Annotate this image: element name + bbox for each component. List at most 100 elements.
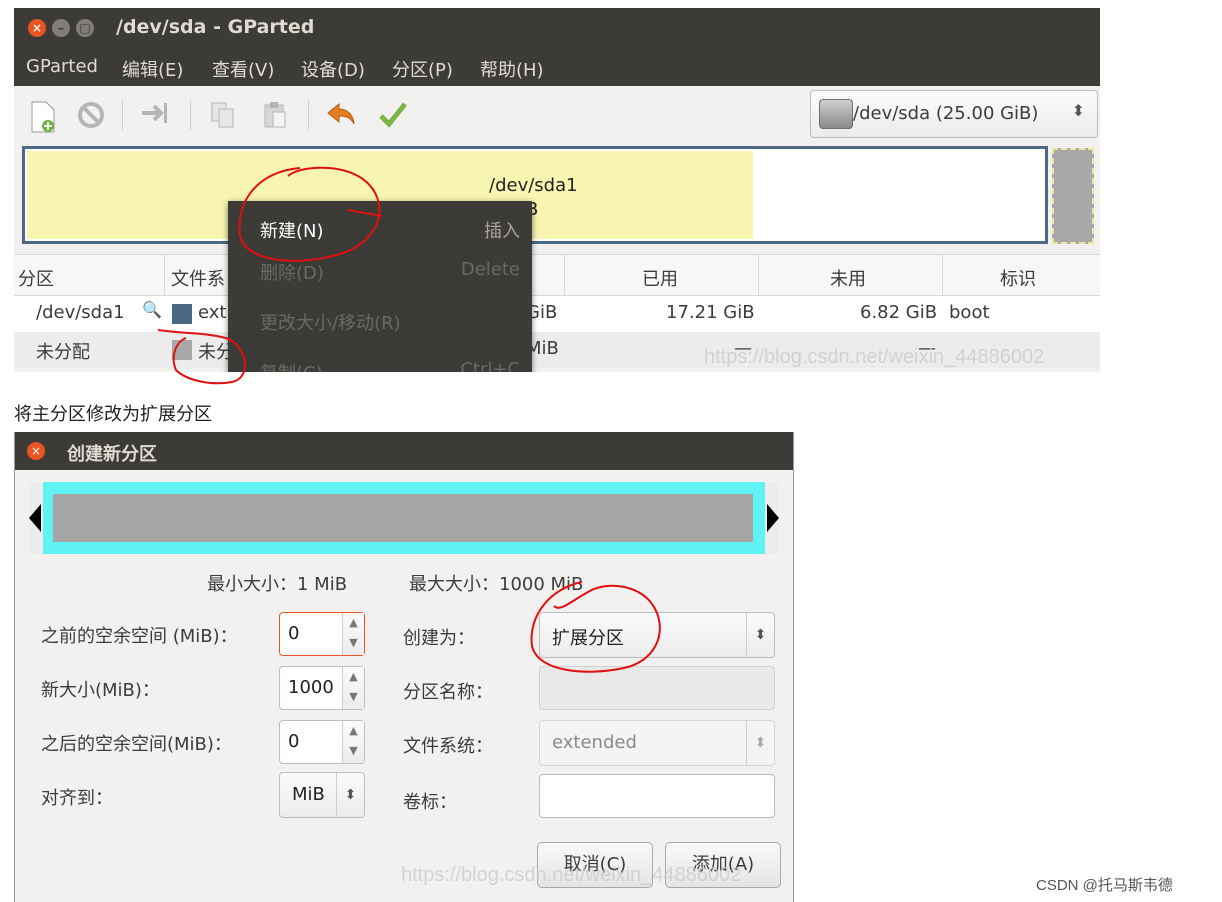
resize-right-handle-icon[interactable]: [767, 504, 779, 532]
space-before-spinner[interactable]: 0 ▲ ▼: [279, 612, 365, 656]
watermark: https://blog.csdn.net/weixin_44886002: [401, 864, 742, 886]
close-icon[interactable]: ×: [28, 19, 46, 37]
menu-item-accelerator: 插入: [484, 221, 520, 242]
window-title: /dev/sda - GParted: [116, 16, 315, 38]
paste-icon[interactable]: [258, 100, 292, 134]
toolbar-separator: [190, 100, 191, 130]
filesystem-color-swatch: [172, 340, 192, 360]
menu-item-label: 新建(N): [260, 221, 324, 242]
spin-updown-icon[interactable]: ▲ ▼: [342, 667, 364, 709]
menu-partition[interactable]: 分区(P): [392, 56, 453, 82]
table-header: 分区 文件系 已用 未用 标识: [14, 254, 1100, 297]
menu-item-accelerator: Delete: [460, 259, 520, 280]
menu-help[interactable]: 帮助(H): [480, 56, 544, 82]
column-header-partition[interactable]: 分区: [18, 265, 54, 291]
table-row[interactable]: /dev/sda1 🔍 ext GiB 17.21 GiB 6.82 GiB b…: [14, 296, 1100, 332]
dialog-title-bar: × 创建新分区: [15, 432, 793, 470]
column-separator: [942, 255, 943, 297]
menu-item-accelerator: Ctrl+C: [460, 359, 520, 372]
partition-name-field[interactable]: [539, 666, 775, 710]
menu-device[interactable]: 设备(D): [301, 56, 365, 82]
new-partition-icon[interactable]: [26, 100, 60, 134]
resize-move-icon[interactable]: [138, 100, 172, 134]
toolbar: /dev/sda (25.00 GiB) ⬍: [14, 86, 1100, 146]
maximize-icon[interactable]: □: [76, 19, 94, 37]
column-separator: [758, 255, 759, 297]
align-to-label: 对齐到：: [41, 788, 113, 809]
flags-cell: boot: [949, 302, 990, 323]
space-before-value: 0: [288, 623, 300, 644]
context-menu: 新建(N) 插入 删除(D) Delete 更改大小/移动(R) 复制(C) C…: [228, 201, 532, 372]
space-after-spinner[interactable]: 0 ▲ ▼: [279, 720, 365, 764]
chevron-updown-icon: ⬍: [1071, 101, 1085, 120]
disk-graphic-partition-name: /dev/sda1: [489, 175, 578, 196]
toolbar-separator: [122, 100, 123, 130]
menu-item-copy[interactable]: 复制(C) Ctrl+C: [228, 347, 532, 372]
key-icon: 🔍: [142, 300, 162, 319]
create-partition-dialog: × 创建新分区 最小大小：1 MiB 最大大小：1000 MiB 之前的空余空间…: [14, 432, 794, 902]
create-as-value: 扩展分区: [552, 628, 624, 649]
menu-item-new[interactable]: 新建(N) 插入: [228, 205, 532, 251]
menu-gparted[interactable]: GParted: [26, 56, 98, 77]
apply-icon[interactable]: [376, 100, 410, 134]
undo-icon[interactable]: [324, 100, 358, 134]
chevron-updown-icon: ⬍: [336, 773, 364, 817]
filesystem-color-swatch: [172, 304, 192, 324]
max-size-label: 最大大小：1000 MiB: [409, 574, 584, 595]
resize-left-handle-icon[interactable]: [29, 504, 41, 532]
disk-graphic: /dev/sda1 GiB: [22, 146, 1048, 244]
resizer-partition-bar[interactable]: [53, 494, 753, 542]
device-selector[interactable]: /dev/sda (25.00 GiB) ⬍: [810, 90, 1098, 138]
menu-item-resize-move[interactable]: 更改大小/移动(R): [228, 297, 532, 343]
filesystem-cell: ext: [198, 302, 227, 323]
resizer-frame[interactable]: [43, 482, 765, 554]
menu-item-label: 复制(C): [260, 359, 323, 372]
spin-updown-icon[interactable]: ▲ ▼: [342, 613, 364, 655]
unused-cell: 6.82 GiB: [860, 302, 938, 323]
menu-item-label: 删除(D): [260, 263, 324, 284]
partition-name-cell: /dev/sda1: [36, 302, 125, 323]
title-bar: × – □ /dev/sda - GParted: [14, 8, 1100, 48]
column-header-flags[interactable]: 标识: [1000, 265, 1036, 291]
gparted-main-window: × – □ /dev/sda - GParted GParted 编辑(E) 查…: [14, 8, 1100, 372]
author-credit: CSDN @托马斯韦德: [1036, 877, 1173, 894]
partition-resizer: [29, 482, 779, 554]
menu-item-delete[interactable]: 删除(D) Delete: [228, 247, 532, 293]
volume-label-label: 卷标：: [403, 792, 457, 813]
column-separator: [564, 255, 565, 297]
partition-name-label: 分区名称：: [403, 682, 493, 703]
caption-text: 将主分区修改为扩展分区: [14, 404, 212, 425]
column-separator: [164, 255, 165, 297]
chevron-updown-icon: ⬍: [746, 613, 774, 657]
create-as-combo[interactable]: 扩展分区 ⬍: [539, 612, 775, 658]
watermark: https://blog.csdn.net/weixin_44886002: [704, 346, 1045, 368]
column-header-filesystem[interactable]: 文件系: [171, 265, 225, 291]
menu-item-label: 更改大小/移动(R): [260, 313, 401, 334]
chevron-updown-icon: ⬍: [746, 721, 774, 765]
close-icon[interactable]: ×: [27, 442, 45, 460]
partition-name-cell: 未分配: [36, 342, 90, 363]
menu-edit[interactable]: 编辑(E): [122, 56, 183, 82]
space-after-value: 0: [288, 731, 300, 752]
minimize-icon[interactable]: –: [52, 19, 70, 37]
dialog-title: 创建新分区: [67, 444, 157, 465]
toolbar-separator: [308, 100, 309, 130]
delete-icon[interactable]: [74, 100, 108, 134]
align-to-value: MiB: [292, 784, 325, 805]
disk-graphic-unallocated[interactable]: [1052, 148, 1094, 244]
column-header-unused[interactable]: 未用: [830, 265, 866, 291]
spin-updown-icon[interactable]: ▲ ▼: [342, 721, 364, 763]
min-size-label: 最小大小：1 MiB: [207, 574, 348, 595]
menu-bar: GParted 编辑(E) 查看(V) 设备(D) 分区(P) 帮助(H): [14, 48, 1100, 86]
copy-icon[interactable]: [206, 100, 240, 134]
used-cell: 17.21 GiB: [666, 302, 755, 323]
volume-label-field[interactable]: [539, 774, 775, 818]
column-header-used[interactable]: 已用: [642, 265, 678, 291]
new-size-spinner[interactable]: 1000 ▲ ▼: [279, 666, 365, 710]
space-before-label: 之前的空余空间 (MiB)：: [41, 626, 238, 647]
hard-disk-icon: [819, 99, 853, 129]
filesystem-combo[interactable]: extended ⬍: [539, 720, 775, 766]
align-to-combo[interactable]: MiB ⬍: [279, 772, 365, 818]
new-size-label: 新大小(MiB)：: [41, 680, 160, 701]
menu-view[interactable]: 查看(V): [212, 56, 274, 82]
